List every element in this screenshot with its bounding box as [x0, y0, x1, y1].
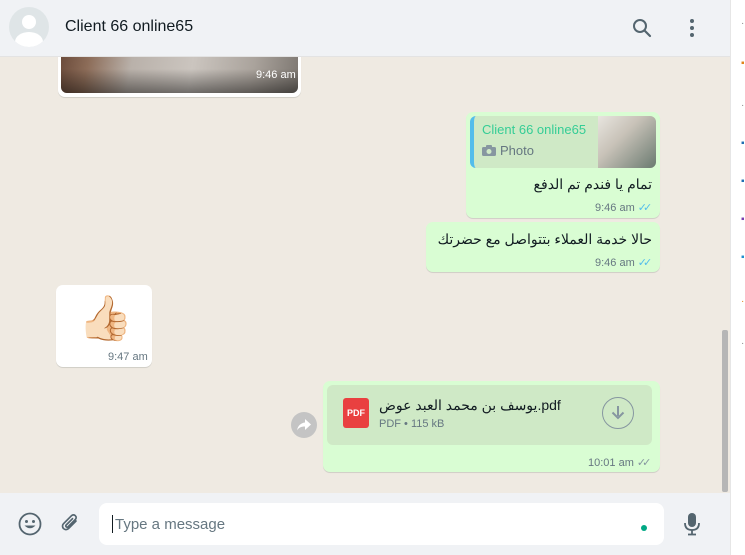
text-message[interactable]: حالا خدمة العملاء بتتواصل مع حضرتك 9:46 … [426, 222, 660, 272]
quoted-type: Photo [482, 143, 534, 158]
search-icon[interactable] [630, 16, 654, 40]
contact-avatar[interactable] [9, 7, 49, 47]
message-time-row: 10:01 am ✓✓ [588, 456, 652, 470]
avatar-head-shape [22, 15, 36, 29]
reply-message[interactable]: Client 66 online65 Photo تمام يا فندم تم… [466, 112, 660, 218]
thumbs-up-icon: 👍🏻 [78, 294, 133, 343]
more-vertical-icon[interactable] [680, 16, 704, 40]
edge-glyph: · [741, 18, 745, 29]
message-time: 10:01 am [588, 456, 634, 469]
message-list[interactable]: 9:46 am Client 66 online65 Photo تمام يا… [0, 57, 730, 493]
quoted-photo-thumbnail [598, 116, 656, 168]
document-message[interactable]: PDF يوسف بن محمد العبد عوض.pdf PDF • 115… [323, 381, 660, 472]
quoted-message[interactable]: Client 66 online65 Photo [470, 116, 656, 168]
edge-glyph: · [741, 100, 745, 111]
edge-glyph: ▪ [741, 138, 745, 149]
edge-glyph: · [741, 338, 745, 349]
whatsapp-chat-window: Client 66 online65 9:46 am Client 66 onl… [0, 0, 730, 555]
message-time: 9:46 am [595, 256, 635, 269]
chat-scrollbar[interactable] [722, 330, 728, 492]
avatar-body-shape [15, 32, 43, 47]
photo-message[interactable]: 9:46 am [58, 57, 301, 97]
edge-glyph: ▪ [741, 252, 745, 263]
message-time-row: 9:46 am ✓✓ [595, 256, 653, 270]
message-text: تمام يا فندم تم الدفع [533, 176, 652, 192]
document-meta: PDF • 115 kB [379, 418, 445, 430]
document-file-name: يوسف بن محمد العبد عوض.pdf [379, 397, 561, 413]
forward-arrow-icon [297, 419, 311, 431]
edge-glyph: · [741, 296, 745, 307]
forward-button[interactable] [291, 412, 317, 438]
message-time-row: 9:46 am ✓✓ [595, 201, 653, 215]
paperclip-icon[interactable] [58, 511, 84, 537]
message-text: حالا خدمة العملاء بتتواصل مع حضرتك [437, 231, 652, 247]
message-input[interactable] [99, 503, 664, 545]
message-time: 9:46 am [595, 201, 635, 214]
message-time: 9:46 am [256, 69, 296, 81]
composer-bar [0, 493, 730, 555]
microphone-icon[interactable] [679, 511, 705, 537]
chat-header: Client 66 online65 [0, 0, 730, 57]
camera-icon [482, 145, 496, 156]
contact-name[interactable]: Client 66 online65 [65, 18, 193, 36]
text-caret [112, 515, 113, 533]
quoted-type-label: Photo [500, 143, 534, 158]
read-ticks-icon: ✓✓ [637, 257, 653, 269]
sent-ticks-icon: ✓✓ [636, 457, 652, 469]
adjacent-window-edge: · ▪ · ▪ ▪ ▪ ▪ · · [730, 0, 745, 555]
message-time: 9:47 am [108, 351, 148, 363]
quoted-sender-name: Client 66 online65 [482, 122, 587, 137]
edge-glyph: ▪ [741, 214, 745, 225]
pdf-file-icon: PDF [343, 398, 369, 428]
status-dot [641, 525, 647, 531]
read-ticks-icon: ✓✓ [637, 202, 653, 214]
edge-glyph: ▪ [741, 176, 745, 187]
download-arrow-icon [611, 406, 625, 420]
edge-glyph: ▪ [741, 58, 745, 69]
emoji-icon[interactable] [17, 511, 43, 537]
document-attachment[interactable]: PDF يوسف بن محمد العبد عوض.pdf PDF • 115… [327, 385, 652, 445]
emoji-message[interactable]: 👍🏻 9:47 am [56, 285, 152, 367]
download-button[interactable] [602, 397, 634, 429]
